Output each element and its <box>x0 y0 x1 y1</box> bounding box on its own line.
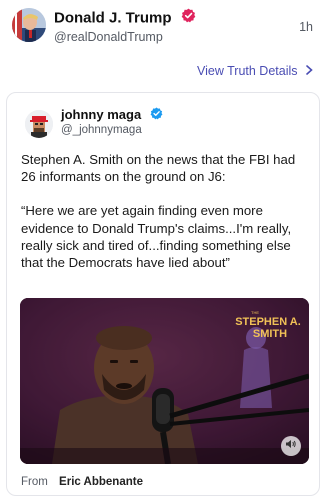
chevron-right-icon <box>306 64 313 78</box>
show-logo-line-2: SMITH <box>253 328 287 340</box>
author-handle[interactable]: @realDonaldTrump <box>54 30 163 44</box>
post-timestamp: 1h <box>299 20 313 34</box>
quoted-post-card[interactable]: johnny maga @_johnnymaga Stephen A. Smit… <box>6 92 320 496</box>
svg-text:THE: THE <box>251 310 259 315</box>
mute-toggle-button[interactable] <box>281 436 301 456</box>
quoted-author-handle[interactable]: @_johnnymaga <box>61 124 142 136</box>
quoted-author-name[interactable]: johnny maga <box>61 107 163 124</box>
video-frame: THE STEPHEN A. SMITH <box>20 298 309 464</box>
show-logo-line-1: STEPHEN A. <box>235 316 301 328</box>
quoted-post-text: Stephen A. Smith on the news that the FB… <box>21 151 311 288</box>
view-truth-details-label[interactable]: View Truth Details <box>197 64 298 78</box>
video-player[interactable]: THE STEPHEN A. SMITH <box>20 298 309 464</box>
from-name[interactable]: Eric Abbenante <box>59 476 143 488</box>
verified-badge-icon <box>181 8 196 27</box>
author-avatar[interactable] <box>12 8 46 42</box>
speaker-icon <box>285 437 297 455</box>
verified-badge-icon <box>150 107 163 123</box>
author-name[interactable]: Donald J. Trump <box>54 8 196 28</box>
media-source-attribution: From Eric Abbenante <box>21 476 143 488</box>
author-name-text[interactable]: Donald J. Trump <box>54 9 172 26</box>
quoted-post-paragraph: Stephen A. Smith on the news that the FB… <box>21 152 296 185</box>
post-header: Donald J. Trump @realDonaldTrump 1h <box>0 0 327 56</box>
quoted-post-paragraph: “Here we are yet again finding even more… <box>21 203 292 271</box>
view-truth-details-link[interactable]: View Truth Details <box>197 64 313 78</box>
from-label: From <box>21 476 48 488</box>
quoted-author-avatar[interactable] <box>25 110 53 138</box>
quoted-author-name-text[interactable]: johnny maga <box>61 107 141 122</box>
